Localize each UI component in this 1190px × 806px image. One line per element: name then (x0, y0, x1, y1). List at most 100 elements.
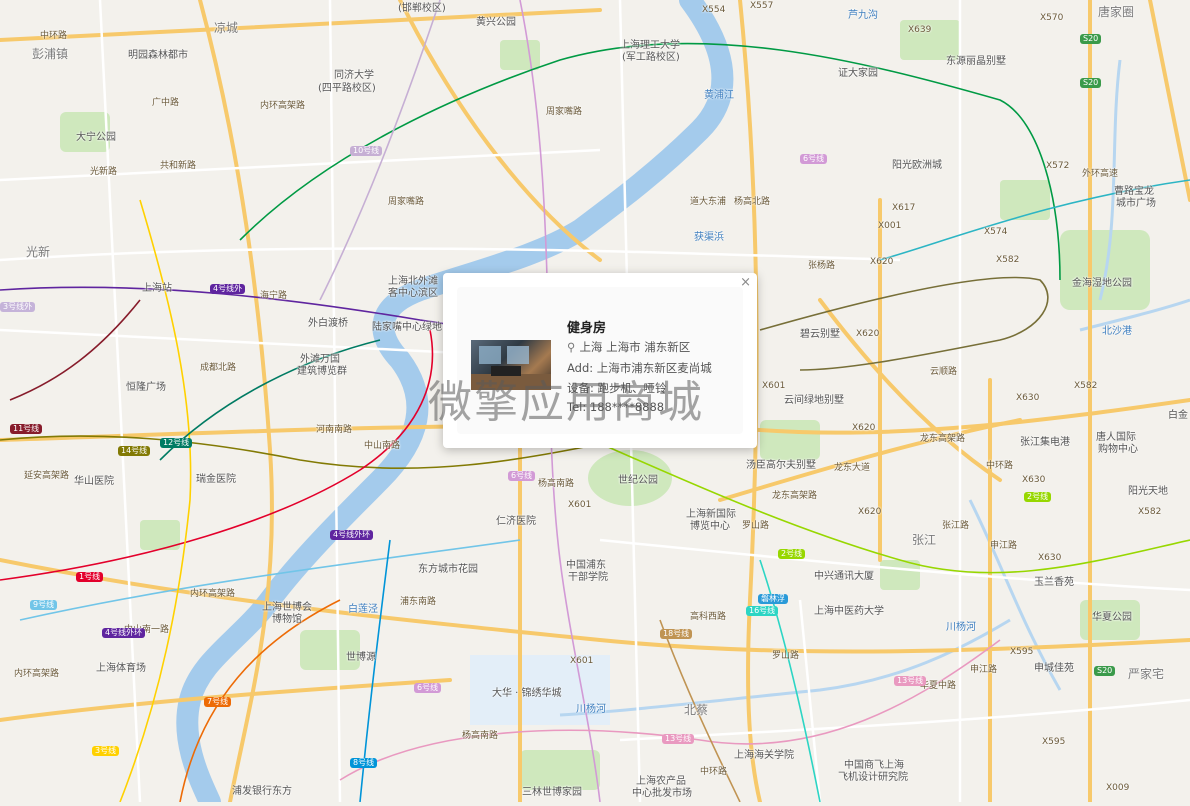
map-label-l37[interactable]: 瑞金医院 (196, 474, 236, 486)
map-label-l32[interactable]: 建筑博览群 (297, 366, 347, 378)
map-label-l78[interactable]: 川杨河 (946, 622, 976, 634)
map-label-l80[interactable]: 北沙港 (1102, 326, 1132, 338)
map-label-l88[interactable]: 内环高架路 (260, 100, 305, 112)
map-label-l4[interactable]: 明园森林都市 (128, 50, 188, 62)
map-label-l43[interactable]: 张江集电港 (1020, 437, 1070, 449)
map-label-l73[interactable]: 云顺路 (930, 366, 957, 378)
map-label-l69[interactable]: 严家宅 (1128, 668, 1164, 680)
map-label-l86[interactable]: 河南南路 (316, 424, 352, 436)
map-label-l59[interactable]: 申城佳苑 (1034, 663, 1074, 675)
map-label-l25[interactable]: 上海站 (142, 283, 172, 295)
map-label-l82[interactable]: 外环高速 (1082, 168, 1118, 180)
map-label-l91[interactable]: 内环高架路 (190, 588, 235, 600)
map-label-l97[interactable]: 申江路 (990, 540, 1017, 552)
map-label-l55[interactable]: 上海中医药大学 (814, 606, 884, 618)
map-label-l38[interactable]: 世纪公园 (618, 475, 658, 487)
map-label-l19[interactable]: 阳光欧洲城 (892, 160, 942, 172)
map-label-l48[interactable]: 中国浦东 (566, 560, 606, 572)
map-label-l85[interactable]: 中山南路 (364, 440, 400, 452)
map-label-l40[interactable]: 上海新国际 (686, 509, 736, 521)
map-label-l95[interactable]: 罗山路 (772, 650, 799, 662)
map-label-l52[interactable]: 玉兰香苑 (1034, 577, 1074, 589)
map-label-l24[interactable]: 光新 (26, 246, 50, 258)
map-label-l58[interactable]: 上海体育场 (96, 663, 146, 675)
map-label-l57[interactable]: 世博源 (346, 652, 376, 664)
map-label-l5[interactable]: 广中路 (152, 97, 179, 109)
map-label-l35[interactable]: 恒隆广场 (126, 382, 166, 394)
map-label-l23[interactable]: 城市广场 (1116, 198, 1156, 210)
map-label-l27[interactable]: 上海北外滩 (388, 276, 438, 288)
map-label-l83[interactable]: 内环高架路 (14, 668, 59, 680)
map-label-l10[interactable]: 上海理工大学 (620, 40, 680, 52)
map-label-l49[interactable]: 干部学院 (568, 572, 608, 584)
map-label-l39[interactable]: 汤臣高尔夫别墅 (746, 460, 816, 472)
map-label-l64[interactable]: 飞机设计研究院 (838, 772, 908, 784)
map-label-l60[interactable]: 大华 · 锦绣华城 (492, 688, 562, 700)
map-label-l16[interactable]: 黄浦江 (704, 90, 734, 102)
map-label-l84[interactable]: 延安高架路 (24, 470, 69, 482)
map-label-l102[interactable]: 道大东浦 (690, 196, 726, 208)
map-label-l28[interactable]: 客中心滨区 (388, 288, 438, 300)
map-label-l18[interactable]: 大宁公园 (76, 132, 116, 144)
map-label-l81[interactable]: 中环路 (986, 460, 1013, 472)
map-label-l99[interactable]: 中环路 (700, 766, 727, 778)
map-label-l103[interactable]: 张杨路 (808, 260, 835, 272)
map-label-l44[interactable]: 唐人国际 (1096, 432, 1136, 444)
close-icon[interactable]: × (740, 275, 751, 291)
map-label-l66[interactable]: 中心批发市场 (632, 788, 692, 800)
map-label-l34[interactable]: 云间绿地别墅 (784, 395, 844, 407)
map-label-l2[interactable]: 凉城 (214, 22, 238, 34)
map-label-l62[interactable]: 上海海关学院 (734, 750, 794, 762)
map-label-l42[interactable]: 仁济医院 (496, 516, 536, 528)
map-label-l45[interactable]: 购物中心 (1098, 444, 1138, 456)
map-label-l87[interactable]: 成都北路 (200, 362, 236, 374)
map-label-l9[interactable]: 黄兴公园 (476, 17, 516, 29)
map-label-l11[interactable]: (军工路校区) (622, 52, 680, 64)
map-label-l98[interactable]: 申江路 (970, 664, 997, 676)
map-label-l77[interactable]: 川杨河 (576, 704, 606, 716)
map-label-l56[interactable]: 华夏公园 (1092, 612, 1132, 624)
map-label-l29[interactable]: 外白渡桥 (308, 318, 348, 330)
map-label-l51[interactable]: 中兴通讯大厦 (814, 571, 874, 583)
map-label-l50[interactable]: 东方城市花园 (418, 564, 478, 576)
map-label-l68[interactable]: 浦发银行东方 (232, 786, 292, 798)
map-label-l75[interactable]: 高科西路 (690, 611, 726, 623)
map-label-l30[interactable]: 陆家嘴中心绿地 (372, 322, 442, 334)
map-label-l67[interactable]: 三林世博家园 (522, 787, 582, 799)
map-label-l15[interactable]: 东源丽晶别墅 (946, 56, 1006, 68)
map-label-l36[interactable]: 华山医院 (74, 476, 114, 488)
map-label-l96[interactable]: 张江路 (942, 520, 969, 532)
map-label-l104[interactable]: 获渠浜 (694, 232, 724, 244)
map-label-l54[interactable]: 博物馆 (272, 614, 302, 626)
map-label-l6[interactable]: 同济大学 (334, 70, 374, 82)
map-label-l13[interactable]: 唐家圈 (1098, 6, 1134, 18)
map-label-l53[interactable]: 上海世博会 (262, 602, 312, 614)
map-label-l47[interactable]: 张江 (912, 534, 936, 546)
map-label-l46[interactable]: 阳光天地 (1128, 486, 1168, 498)
map-label-l17[interactable]: 周家嘴路 (546, 106, 582, 118)
map-label-l94[interactable]: 杨高南路 (462, 730, 498, 742)
map-label-l61[interactable]: 北蔡 (684, 704, 708, 716)
map-label-l21[interactable]: 金海湿地公园 (1072, 278, 1132, 290)
map-label-l63[interactable]: 中国商飞上海 (844, 760, 904, 772)
map-label-l14[interactable]: 证大家园 (838, 68, 878, 80)
map-label-l7[interactable]: (四平路校区) (318, 83, 376, 95)
map-label-l93[interactable]: 浦东南路 (400, 596, 436, 608)
map-label-l105[interactable]: 光新路 (90, 166, 117, 178)
map-label-l71[interactable]: 龙东高架路 (920, 433, 965, 445)
map-label-l22[interactable]: 曹路宝龙 (1114, 186, 1154, 198)
map-label-l12[interactable]: 芦九沟 (848, 10, 878, 22)
map-label-l72[interactable]: 龙东高架路 (772, 490, 817, 502)
map-label-l31[interactable]: 外滩万国 (300, 354, 340, 366)
map-label-l70[interactable]: 白金 (1168, 410, 1188, 422)
map-label-l74[interactable]: 罗山路 (742, 520, 769, 532)
map-label-l3[interactable]: 中环路 (40, 30, 67, 42)
map-label-l89[interactable]: 共和新路 (160, 160, 196, 172)
map-label-l26[interactable]: 海宁路 (260, 290, 287, 302)
map-label-l65[interactable]: 上海农产品 (636, 776, 686, 788)
map-label-l100[interactable]: 龙东大道 (834, 462, 870, 474)
map-label-l92[interactable]: 杨高南路 (538, 478, 574, 490)
map-label-l8[interactable]: (邯郸校区) (398, 3, 446, 15)
map-label-l1[interactable]: 彭浦镇 (32, 48, 68, 60)
map-label-l41[interactable]: 博览中心 (690, 521, 730, 533)
